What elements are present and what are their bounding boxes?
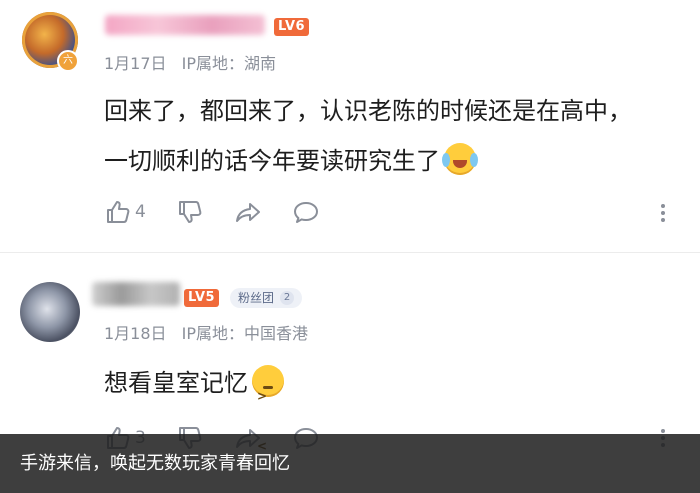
comment-date: 1月18日 [104,324,167,343]
comment-text: 想看皇室记忆 [104,358,644,471]
ip-location: IP属地：中国香港 [181,324,309,343]
comment-meta: 1月18日 IP属地：中国香港 [104,320,318,344]
avatar[interactable] [20,282,80,342]
squint-emoji [252,365,284,471]
fan-club-badge[interactable]: 粉丝团 2 [230,288,303,308]
fan-club-label: 粉丝团 [238,291,275,305]
video-caption: 手游来信，唤起无数玩家青春回忆 [0,434,700,493]
divider [0,252,700,253]
comment-text-content: 想看皇室记忆 [104,369,248,397]
level-badge: LV5 [184,289,220,307]
fan-club-level: 2 [280,291,295,305]
username-blurred[interactable] [92,282,180,306]
comment-item-2: LV5 粉丝团 2 1月18日 IP属地：中国香港 想看皇室记忆 3 [0,0,700,471]
